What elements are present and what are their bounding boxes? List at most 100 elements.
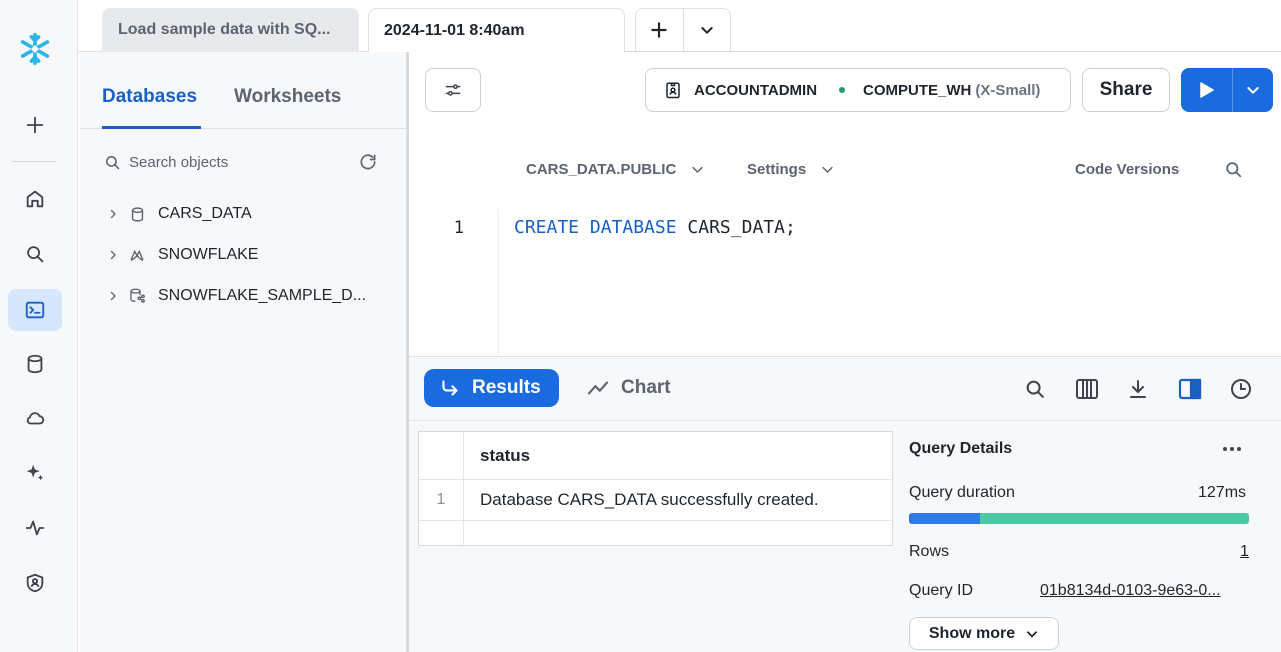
snowflake-share-icon <box>128 246 146 264</box>
tree-item-cars-data[interactable]: CARS_DATA <box>106 202 252 226</box>
line-number: 1 <box>453 218 464 238</box>
worksheet-tab-bar: Load sample data with SQ... 2024-11-01 8… <box>78 0 1281 52</box>
settings-dropdown[interactable]: Settings <box>747 161 835 178</box>
sliders-icon <box>445 84 461 96</box>
line-chart-icon <box>587 381 609 395</box>
data-database-icon[interactable] <box>8 343 62 385</box>
tab-worksheets[interactable]: Worksheets <box>234 86 341 108</box>
chevron-down-icon <box>1027 630 1038 637</box>
search-icon <box>106 155 120 169</box>
chevron-down-icon <box>822 166 833 173</box>
run-options-button[interactable] <box>1233 68 1273 112</box>
warehouse-size: (X-Small) <box>975 81 1041 99</box>
query-details-title: Query Details <box>909 440 1013 457</box>
context-selector[interactable]: CARS_DATA.PUBLIC <box>526 161 705 178</box>
plus-icon <box>651 22 667 38</box>
chart-label: Chart <box>621 377 671 398</box>
role-label: ACCOUNTADMIN <box>694 81 818 99</box>
cloud-icon[interactable] <box>8 397 62 439</box>
chevron-down-icon <box>692 166 703 173</box>
home-icon[interactable] <box>8 178 62 220</box>
split-panel-icon[interactable] <box>1177 376 1203 402</box>
chevron-right-icon[interactable] <box>106 208 120 220</box>
run-button[interactable] <box>1181 68 1232 112</box>
activity-icon[interactable] <box>8 507 62 549</box>
results-label: Results <box>472 377 541 398</box>
show-more-button[interactable]: Show more <box>909 617 1059 650</box>
rail-divider <box>12 161 56 162</box>
ai-sparkle-icon[interactable] <box>8 452 62 494</box>
query-id-label: Query ID <box>909 582 974 599</box>
tab-load-sample-data[interactable]: Load sample data with SQ... <box>102 8 359 52</box>
add-worksheet-button[interactable] <box>636 9 683 51</box>
column-header-status[interactable]: status <box>480 432 530 479</box>
filter-settings-button[interactable] <box>425 68 481 112</box>
role-warehouse-selector[interactable]: ACCOUNTADMIN COMPUTE_WH (X-Small) <box>645 68 1071 112</box>
settings-label: Settings <box>747 161 807 178</box>
worksheet-menu-button[interactable] <box>683 9 730 51</box>
database-icon <box>128 206 146 223</box>
tab-current-worksheet[interactable]: 2024-11-01 8:40am <box>368 8 625 52</box>
table-row-empty <box>419 521 892 545</box>
results-search-icon[interactable] <box>1022 376 1048 402</box>
create-plus-icon[interactable] <box>8 104 62 146</box>
tree-item-snowflake-sample-data[interactable]: SNOWFLAKE_SAMPLE_D... <box>106 284 366 308</box>
table-cell[interactable]: Database CARS_DATA successfully created. <box>480 480 819 520</box>
tab-databases[interactable]: Databases <box>102 86 197 108</box>
snowflake-logo-icon[interactable] <box>8 28 62 70</box>
results-tab-button[interactable]: Results <box>424 369 559 407</box>
download-icon[interactable] <box>1125 376 1151 402</box>
columns-icon[interactable] <box>1074 376 1100 402</box>
query-id-link[interactable]: 01b8134d-0103-9e63-0... <box>1040 582 1221 600</box>
chevron-down-icon <box>701 27 713 34</box>
run-button-group <box>1181 68 1273 112</box>
nav-rail <box>0 0 78 652</box>
rows-value-link[interactable]: 1 <box>1240 543 1249 561</box>
share-button[interactable]: Share <box>1082 68 1170 112</box>
chevron-right-icon[interactable] <box>106 249 120 261</box>
shared-database-icon <box>128 287 146 305</box>
table-row[interactable]: 1 Database CARS_DATA successfully create… <box>419 480 892 521</box>
editor-gutter <box>498 210 499 356</box>
table-header-row: status <box>419 432 892 480</box>
worksheets-icon[interactable] <box>8 289 62 331</box>
admin-shield-icon[interactable] <box>8 562 62 604</box>
results-arrow-icon <box>442 380 458 396</box>
chevron-right-icon[interactable] <box>106 290 120 302</box>
row-index-header <box>419 432 464 479</box>
object-browser: Databases Worksheets Search objects CARS… <box>80 52 406 652</box>
search-placeholder: Search objects <box>129 153 229 171</box>
code-identifier: CARS_DATA; <box>687 217 796 238</box>
row-index: 1 <box>419 480 464 520</box>
role-badge-icon <box>666 82 680 99</box>
more-options-icon[interactable] <box>1222 441 1242 462</box>
code-keyword: DATABASE <box>589 217 677 238</box>
tree-item-label: SNOWFLAKE_SAMPLE_D... <box>158 287 367 304</box>
query-duration-bar[interactable] <box>909 513 1249 524</box>
tree-item-label: CARS_DATA <box>158 205 252 222</box>
results-toolbar: Results Chart <box>409 357 1281 421</box>
editor-toolbar: ACCOUNTADMIN COMPUTE_WH (X-Small) Share <box>409 52 1281 128</box>
code-editor-line[interactable]: CREATE DATABASE CARS_DATA; <box>514 217 796 238</box>
tree-item-snowflake[interactable]: SNOWFLAKE <box>106 243 258 267</box>
history-clock-icon[interactable] <box>1228 376 1254 402</box>
chart-tab-button[interactable]: Chart <box>587 369 671 407</box>
chevron-down-icon <box>1247 87 1259 94</box>
warehouse-status-dot <box>839 87 846 93</box>
duration-bar-segment <box>909 513 981 524</box>
active-tab-indicator <box>102 126 201 129</box>
tab-label: Load sample data with SQ... <box>118 21 331 38</box>
show-more-label: Show more <box>928 624 1016 642</box>
code-versions-button[interactable]: Code Versions <box>1075 161 1179 178</box>
add-worksheet-group <box>635 8 731 52</box>
tab-label: 2024-11-01 8:40am <box>384 21 525 39</box>
code-keyword: CREATE <box>514 217 580 238</box>
refresh-icon[interactable] <box>358 152 378 177</box>
object-search-input[interactable]: Search objects <box>104 150 384 174</box>
editor-search-icon[interactable] <box>1224 160 1243 184</box>
tree-item-label: SNOWFLAKE <box>158 246 259 263</box>
search-icon[interactable] <box>8 233 62 275</box>
results-grid: status 1 Database CARS_DATA successfully… <box>418 431 893 546</box>
context-label: CARS_DATA.PUBLIC <box>526 161 677 178</box>
query-duration-value: 127ms <box>1198 484 1247 501</box>
